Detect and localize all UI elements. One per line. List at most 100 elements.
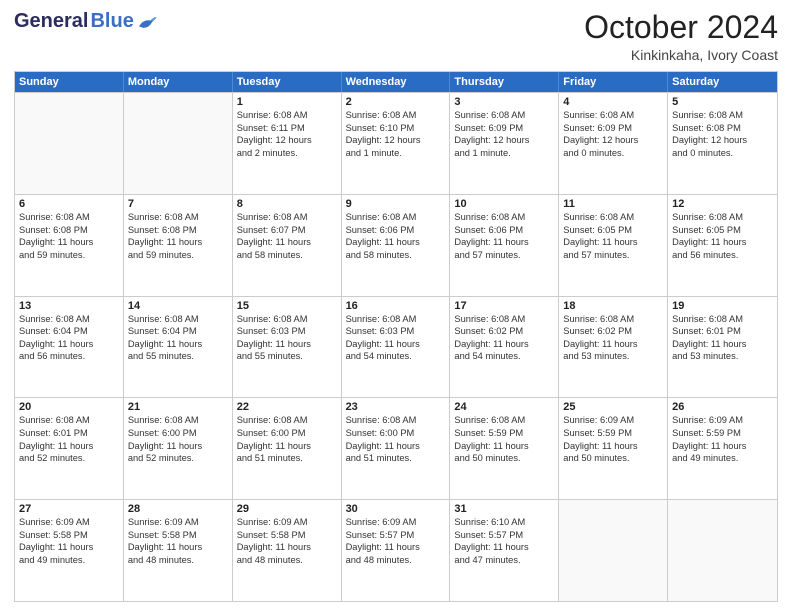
cell-line-2: Daylight: 11 hours: [563, 440, 663, 453]
cell-line-1: Sunset: 5:58 PM: [128, 529, 228, 542]
cell-line-1: Sunset: 6:08 PM: [672, 122, 773, 135]
cell-line-1: Sunset: 6:01 PM: [672, 325, 773, 338]
cell-line-1: Sunset: 6:02 PM: [563, 325, 663, 338]
cell-line-0: Sunrise: 6:08 AM: [346, 414, 446, 427]
empty-cell: [559, 500, 668, 601]
cell-line-0: Sunrise: 6:08 AM: [237, 313, 337, 326]
logo-general-text: General: [14, 10, 88, 33]
logo-bird-icon: [136, 13, 158, 31]
cell-line-0: Sunrise: 6:08 AM: [128, 414, 228, 427]
cell-line-0: Sunrise: 6:08 AM: [19, 211, 119, 224]
day-cell-25: 25Sunrise: 6:09 AMSunset: 5:59 PMDayligh…: [559, 398, 668, 499]
page: GeneralBlue October 2024 Kinkinkaha, Ivo…: [0, 0, 792, 612]
location-subtitle: Kinkinkaha, Ivory Coast: [584, 47, 778, 63]
day-number: 10: [454, 198, 554, 210]
cell-line-1: Sunset: 5:58 PM: [237, 529, 337, 542]
cell-line-1: Sunset: 6:00 PM: [346, 427, 446, 440]
cell-line-0: Sunrise: 6:08 AM: [563, 109, 663, 122]
calendar-body: 1Sunrise: 6:08 AMSunset: 6:11 PMDaylight…: [15, 92, 777, 601]
week-row-1: 1Sunrise: 6:08 AMSunset: 6:11 PMDaylight…: [15, 92, 777, 194]
empty-cell: [668, 500, 777, 601]
cell-line-3: and 50 minutes.: [454, 452, 554, 465]
cell-line-3: and 52 minutes.: [128, 452, 228, 465]
cell-line-0: Sunrise: 6:08 AM: [454, 211, 554, 224]
cell-line-1: Sunset: 6:03 PM: [346, 325, 446, 338]
day-number: 28: [128, 503, 228, 515]
day-cell-19: 19Sunrise: 6:08 AMSunset: 6:01 PMDayligh…: [668, 297, 777, 398]
cell-line-3: and 54 minutes.: [346, 350, 446, 363]
cell-line-1: Sunset: 6:01 PM: [19, 427, 119, 440]
calendar-header-row: SundayMondayTuesdayWednesdayThursdayFrid…: [15, 72, 777, 92]
col-header-wednesday: Wednesday: [342, 72, 451, 92]
cell-line-3: and 0 minutes.: [672, 147, 773, 160]
day-cell-20: 20Sunrise: 6:08 AMSunset: 6:01 PMDayligh…: [15, 398, 124, 499]
cell-line-0: Sunrise: 6:08 AM: [563, 313, 663, 326]
cell-line-1: Sunset: 6:09 PM: [454, 122, 554, 135]
cell-line-2: Daylight: 11 hours: [128, 338, 228, 351]
cell-line-0: Sunrise: 6:08 AM: [346, 211, 446, 224]
cell-line-2: Daylight: 11 hours: [454, 338, 554, 351]
day-number: 24: [454, 401, 554, 413]
cell-line-0: Sunrise: 6:08 AM: [454, 414, 554, 427]
title-block: October 2024 Kinkinkaha, Ivory Coast: [584, 10, 778, 63]
cell-line-2: Daylight: 11 hours: [454, 541, 554, 554]
cell-line-0: Sunrise: 6:08 AM: [237, 109, 337, 122]
day-number: 27: [19, 503, 119, 515]
cell-line-2: Daylight: 11 hours: [672, 440, 773, 453]
col-header-friday: Friday: [559, 72, 668, 92]
day-number: 5: [672, 96, 773, 108]
day-number: 3: [454, 96, 554, 108]
cell-line-2: Daylight: 11 hours: [563, 338, 663, 351]
logo: GeneralBlue: [14, 10, 158, 33]
day-cell-14: 14Sunrise: 6:08 AMSunset: 6:04 PMDayligh…: [124, 297, 233, 398]
col-header-thursday: Thursday: [450, 72, 559, 92]
day-cell-23: 23Sunrise: 6:08 AMSunset: 6:00 PMDayligh…: [342, 398, 451, 499]
day-cell-24: 24Sunrise: 6:08 AMSunset: 5:59 PMDayligh…: [450, 398, 559, 499]
day-number: 13: [19, 300, 119, 312]
cell-line-3: and 49 minutes.: [672, 452, 773, 465]
cell-line-1: Sunset: 6:08 PM: [19, 224, 119, 237]
cell-line-0: Sunrise: 6:08 AM: [454, 313, 554, 326]
calendar: SundayMondayTuesdayWednesdayThursdayFrid…: [14, 71, 778, 602]
cell-line-2: Daylight: 11 hours: [563, 236, 663, 249]
cell-line-2: Daylight: 11 hours: [19, 541, 119, 554]
day-number: 17: [454, 300, 554, 312]
day-number: 2: [346, 96, 446, 108]
cell-line-0: Sunrise: 6:09 AM: [346, 516, 446, 529]
cell-line-0: Sunrise: 6:08 AM: [346, 313, 446, 326]
cell-line-3: and 55 minutes.: [128, 350, 228, 363]
day-number: 11: [563, 198, 663, 210]
cell-line-1: Sunset: 5:57 PM: [454, 529, 554, 542]
day-number: 21: [128, 401, 228, 413]
cell-line-3: and 56 minutes.: [672, 249, 773, 262]
cell-line-1: Sunset: 6:05 PM: [563, 224, 663, 237]
cell-line-0: Sunrise: 6:09 AM: [19, 516, 119, 529]
col-header-monday: Monday: [124, 72, 233, 92]
day-cell-31: 31Sunrise: 6:10 AMSunset: 5:57 PMDayligh…: [450, 500, 559, 601]
day-number: 18: [563, 300, 663, 312]
cell-line-1: Sunset: 5:59 PM: [672, 427, 773, 440]
cell-line-3: and 53 minutes.: [672, 350, 773, 363]
day-number: 31: [454, 503, 554, 515]
cell-line-2: Daylight: 12 hours: [563, 134, 663, 147]
day-cell-7: 7Sunrise: 6:08 AMSunset: 6:08 PMDaylight…: [124, 195, 233, 296]
cell-line-2: Daylight: 11 hours: [128, 236, 228, 249]
cell-line-0: Sunrise: 6:08 AM: [237, 211, 337, 224]
day-cell-4: 4Sunrise: 6:08 AMSunset: 6:09 PMDaylight…: [559, 93, 668, 194]
day-cell-2: 2Sunrise: 6:08 AMSunset: 6:10 PMDaylight…: [342, 93, 451, 194]
cell-line-1: Sunset: 6:06 PM: [454, 224, 554, 237]
header: GeneralBlue October 2024 Kinkinkaha, Ivo…: [14, 10, 778, 63]
day-cell-3: 3Sunrise: 6:08 AMSunset: 6:09 PMDaylight…: [450, 93, 559, 194]
cell-line-3: and 1 minute.: [454, 147, 554, 160]
cell-line-2: Daylight: 11 hours: [19, 440, 119, 453]
day-cell-18: 18Sunrise: 6:08 AMSunset: 6:02 PMDayligh…: [559, 297, 668, 398]
cell-line-3: and 47 minutes.: [454, 554, 554, 567]
cell-line-3: and 48 minutes.: [237, 554, 337, 567]
day-cell-5: 5Sunrise: 6:08 AMSunset: 6:08 PMDaylight…: [668, 93, 777, 194]
day-cell-26: 26Sunrise: 6:09 AMSunset: 5:59 PMDayligh…: [668, 398, 777, 499]
cell-line-2: Daylight: 11 hours: [237, 541, 337, 554]
cell-line-0: Sunrise: 6:08 AM: [563, 211, 663, 224]
week-row-5: 27Sunrise: 6:09 AMSunset: 5:58 PMDayligh…: [15, 499, 777, 601]
week-row-2: 6Sunrise: 6:08 AMSunset: 6:08 PMDaylight…: [15, 194, 777, 296]
cell-line-2: Daylight: 11 hours: [672, 338, 773, 351]
